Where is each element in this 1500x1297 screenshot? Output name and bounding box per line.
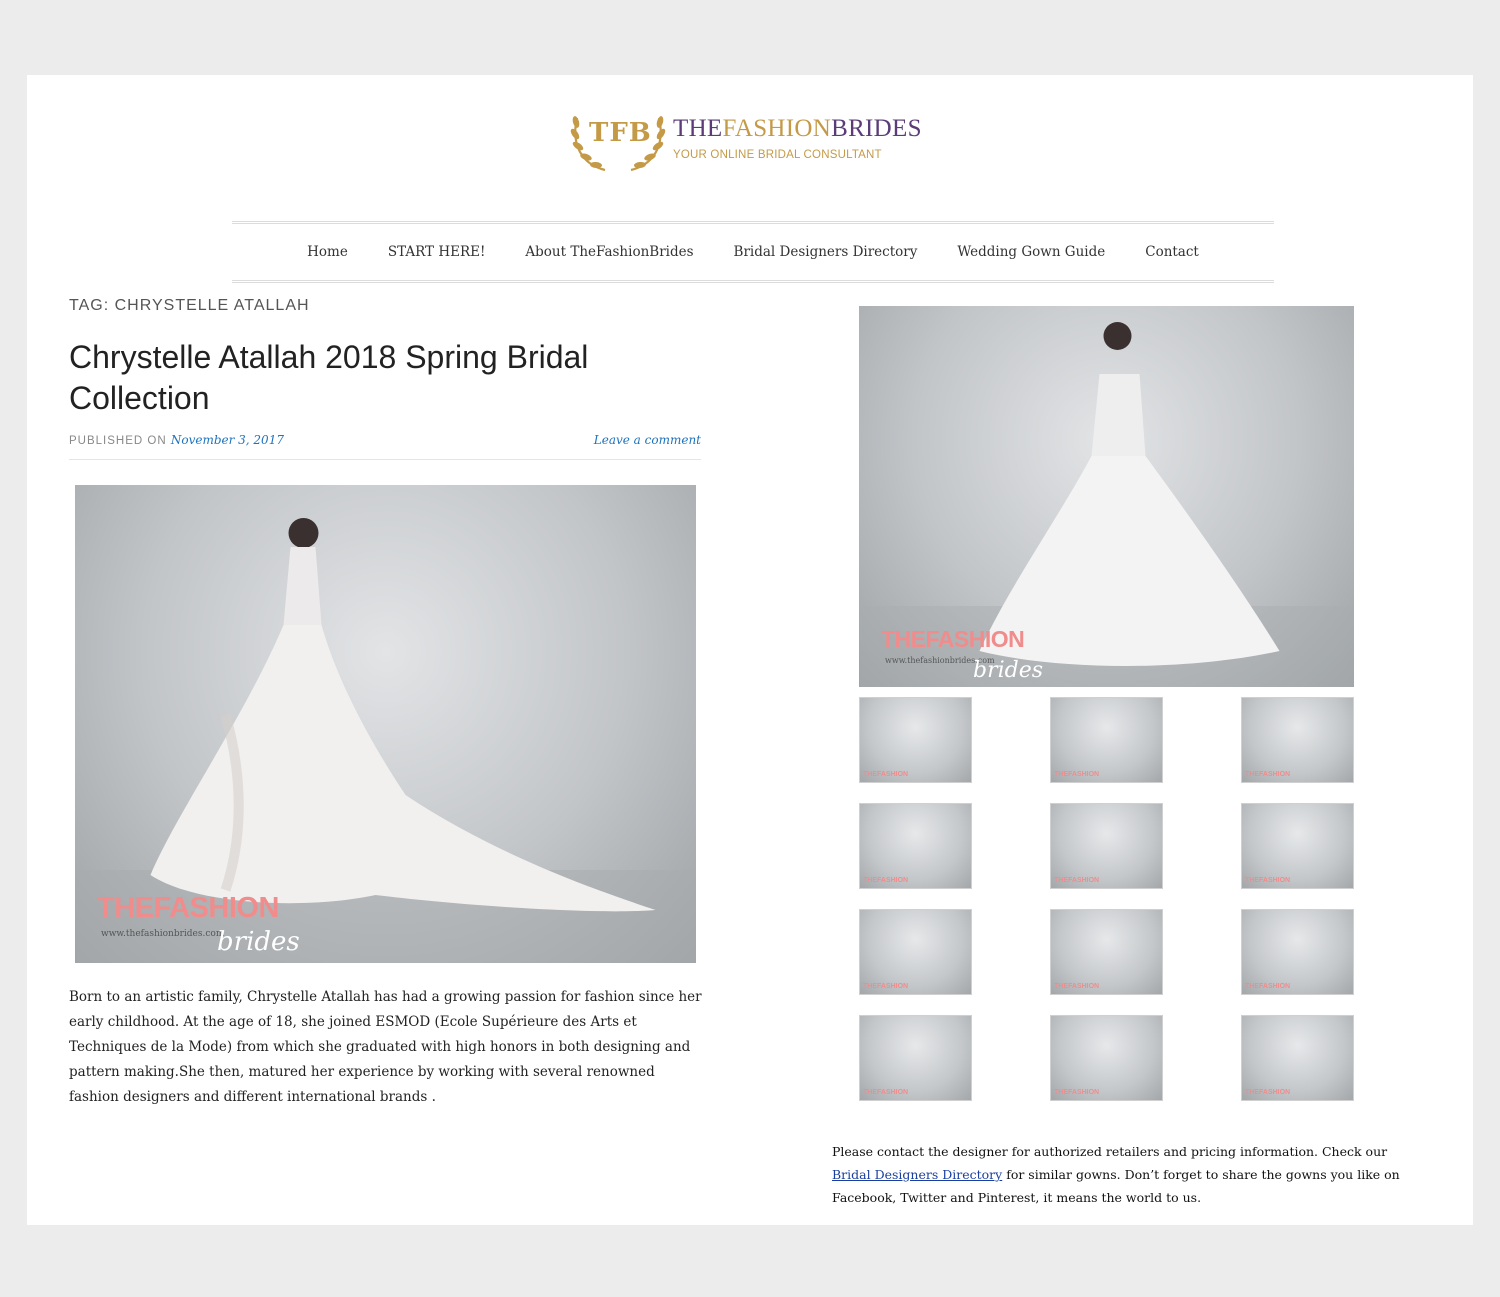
gallery-thumbnail[interactable]: THEFASHION — [1241, 909, 1354, 995]
logo-brand-part: FASHION — [722, 115, 832, 142]
featured-gown-image[interactable]: THEFASHION www.thefashionbrides.com brid… — [75, 485, 696, 963]
thumbnail-watermark: THEFASHION — [1054, 1089, 1100, 1096]
contact-note: Please contact the designer for authoriz… — [832, 1140, 1412, 1209]
post-meta: PUBLISHED ON November 3, 2017 Leave a co… — [69, 431, 701, 460]
thumbnail-watermark: THEFASHION — [1245, 771, 1291, 778]
watermark-url: www.thefashionbrides.com — [101, 929, 225, 939]
thumbnail-watermark: THEFASHION — [1245, 877, 1291, 884]
gallery-thumbnail[interactable]: THEFASHION — [1241, 803, 1354, 889]
gallery-thumbnail[interactable]: THEFASHION — [859, 803, 972, 889]
main-navigation: Home START HERE! About TheFashionBrides … — [232, 221, 1274, 283]
gallery-thumbnail[interactable]: THEFASHION — [1050, 1015, 1163, 1101]
tag-heading: TAG: CHRYSTELLE ATALLAH — [69, 297, 310, 314]
contact-text-part: Please contact the designer for authoriz… — [832, 1144, 1388, 1159]
nav-item-about[interactable]: About TheFashionBrides — [525, 244, 693, 260]
gallery-thumbnail[interactable]: THEFASHION — [859, 697, 972, 783]
thumbnail-watermark: THEFASHION — [863, 771, 909, 778]
gallery-thumbnails: THEFASHION THEFASHION THEFASHION THEFASH… — [859, 697, 1355, 1102]
thumbnail-watermark: THEFASHION — [1245, 983, 1291, 990]
gallery-main-image[interactable]: THEFASHION www.thefashionbrides.com brid… — [859, 306, 1354, 687]
thumbnail-watermark: THEFASHION — [1054, 771, 1100, 778]
page: TFB THEFASHIONBRIDES YOUR ONLINE BRIDAL … — [27, 75, 1473, 1225]
nav-item-wedding-gown-guide[interactable]: Wedding Gown Guide — [957, 244, 1105, 260]
watermark-script: brides — [217, 927, 300, 957]
bridal-designers-directory-link[interactable]: Bridal Designers Directory — [832, 1167, 1002, 1182]
thumbnail-watermark: THEFASHION — [1245, 1089, 1291, 1096]
thumbnail-watermark: THEFASHION — [1054, 877, 1100, 884]
watermark-brand: THEFASHION — [881, 626, 1025, 652]
thumbnail-watermark: THEFASHION — [1054, 983, 1100, 990]
gallery-thumbnail[interactable]: THEFASHION — [1050, 803, 1163, 889]
thumbnail-watermark: THEFASHION — [863, 1089, 909, 1096]
logo-brand-name: THEFASHIONBRIDES — [673, 115, 922, 143]
logo-monogram: TFB — [589, 118, 652, 148]
logo-brand-part: THE — [673, 115, 723, 142]
nav-item-contact[interactable]: Contact — [1145, 244, 1199, 260]
logo-brand-part: BRIDES — [831, 115, 922, 142]
nav-item-home[interactable]: Home — [307, 244, 348, 260]
post-date-link[interactable]: November 3, 2017 — [171, 433, 284, 447]
post-body: Born to an artistic family, Chrystelle A… — [69, 989, 702, 1105]
site-logo[interactable]: TFB THEFASHIONBRIDES YOUR ONLINE BRIDAL … — [567, 100, 927, 175]
nav-item-start-here[interactable]: START HERE! — [388, 244, 486, 260]
post-title[interactable]: Chrystelle Atallah 2018 Spring Bridal Co… — [69, 337, 589, 419]
published-label: PUBLISHED ON November 3, 2017 — [69, 433, 284, 447]
thumbnail-watermark: THEFASHION — [863, 983, 909, 990]
logo-tagline: YOUR ONLINE BRIDAL CONSULTANT — [673, 149, 882, 161]
watermark-brand: THEFASHION — [97, 892, 279, 924]
thumbnail-watermark: THEFASHION — [863, 877, 909, 884]
gallery-thumbnail[interactable]: THEFASHION — [1241, 697, 1354, 783]
gallery-thumbnail[interactable]: THEFASHION — [1241, 1015, 1354, 1101]
watermark-script: brides — [973, 658, 1044, 683]
gallery-thumbnail[interactable]: THEFASHION — [1050, 909, 1163, 995]
leave-comment-link[interactable]: Leave a comment — [594, 433, 701, 447]
nav-item-bridal-designers-directory[interactable]: Bridal Designers Directory — [734, 244, 918, 260]
gallery-thumbnail[interactable]: THEFASHION — [859, 1015, 972, 1101]
gallery-thumbnail[interactable]: THEFASHION — [1050, 697, 1163, 783]
gallery-thumbnail[interactable]: THEFASHION — [859, 909, 972, 995]
published-on-text: PUBLISHED ON — [69, 435, 167, 447]
